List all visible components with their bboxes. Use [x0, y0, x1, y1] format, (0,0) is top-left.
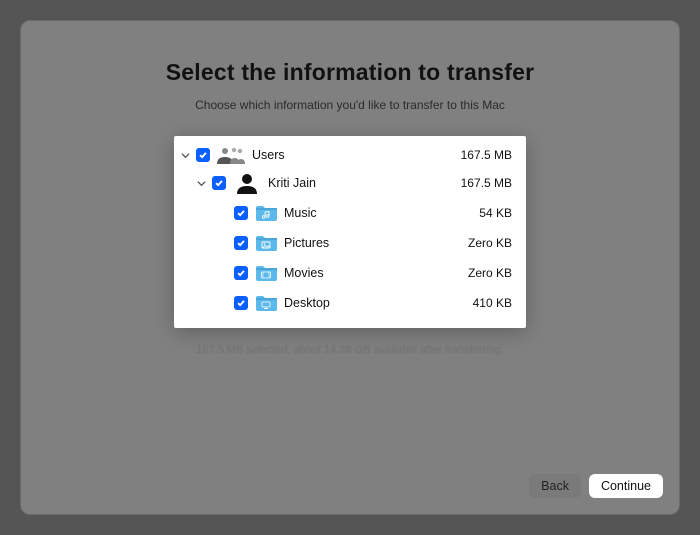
- row-size: 167.5 MB: [446, 176, 516, 190]
- checkbox-user[interactable]: [212, 176, 226, 190]
- tree-row-users[interactable]: Users 167.5 MB: [178, 142, 516, 168]
- disclosure-icon[interactable]: [178, 151, 192, 160]
- row-size: Zero KB: [446, 236, 516, 250]
- row-size: 54 KB: [446, 206, 516, 220]
- status-text: 167.5 MB selected, about 14.38 GB availa…: [196, 344, 504, 356]
- migration-assistant-dialog: Select the information to transfer Choos…: [20, 20, 680, 515]
- row-label: Pictures: [284, 236, 446, 250]
- dialog-buttons: Back Continue: [529, 474, 663, 498]
- tree-row-movies[interactable]: Movies Zero KB: [178, 258, 516, 288]
- checkbox-movies[interactable]: [234, 266, 248, 280]
- folder-movies-icon: [254, 264, 278, 282]
- disclosure-icon[interactable]: [194, 179, 208, 188]
- tree-row-music[interactable]: Music 54 KB: [178, 198, 516, 228]
- folder-pictures-icon: [254, 234, 278, 252]
- users-group-icon: [216, 145, 246, 165]
- row-size: Zero KB: [446, 266, 516, 280]
- back-button[interactable]: Back: [529, 474, 581, 498]
- row-label: Kriti Jain: [268, 176, 446, 190]
- row-size: 410 KB: [446, 296, 516, 310]
- row-label: Desktop: [284, 296, 446, 310]
- folder-music-icon: [254, 204, 278, 222]
- tree-row-desktop[interactable]: Desktop 410 KB: [178, 288, 516, 318]
- user-silhouette-icon: [232, 172, 262, 194]
- page-subtitle: Choose which information you'd like to t…: [195, 98, 505, 112]
- row-label: Users: [252, 148, 446, 162]
- row-size: 167.5 MB: [446, 148, 516, 162]
- checkbox-music[interactable]: [234, 206, 248, 220]
- checkbox-pictures[interactable]: [234, 236, 248, 250]
- folder-desktop-icon: [254, 294, 278, 312]
- tree-row-pictures[interactable]: Pictures Zero KB: [178, 228, 516, 258]
- row-label: Movies: [284, 266, 446, 280]
- tree-row-user[interactable]: Kriti Jain 167.5 MB: [178, 168, 516, 198]
- continue-button[interactable]: Continue: [589, 474, 663, 498]
- row-label: Music: [284, 206, 446, 220]
- transfer-tree: Users 167.5 MB Kriti Jain 167.5 MB: [174, 136, 526, 328]
- page-title: Select the information to transfer: [166, 59, 534, 86]
- checkbox-users[interactable]: [196, 148, 210, 162]
- checkbox-desktop[interactable]: [234, 296, 248, 310]
